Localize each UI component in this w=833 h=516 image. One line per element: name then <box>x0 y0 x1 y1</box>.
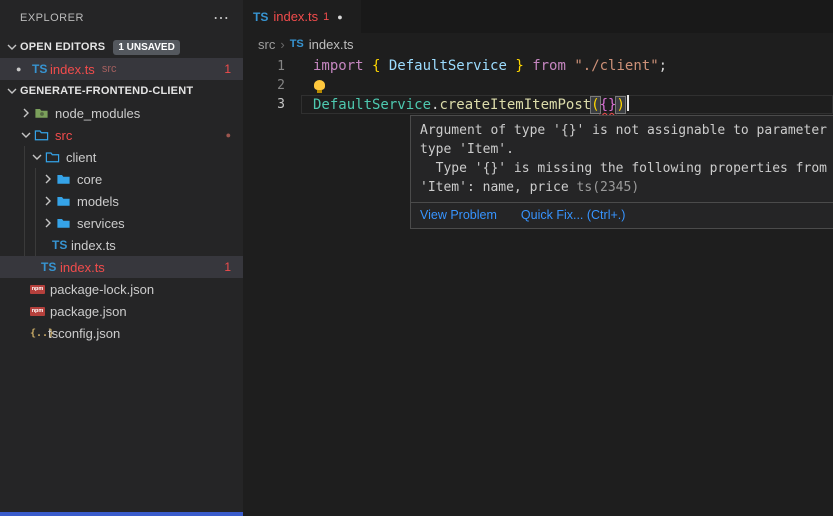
chevron-right-icon <box>40 193 56 209</box>
chevron-down-icon <box>29 149 45 165</box>
tooltip-message: Argument of type '{}' is not assignable … <box>411 116 833 202</box>
open-editors-label: OPEN EDITORS <box>20 41 105 53</box>
tooltip-text-line: 'Item': name, price ts(2345) <box>420 178 833 197</box>
typescript-icon: TS <box>290 38 304 50</box>
more-actions-icon[interactable]: ⋯ <box>213 8 229 28</box>
lightbulb-icon[interactable] <box>314 80 325 90</box>
code-line-3[interactable]: DefaultService.createItemItemPost({}) <box>313 95 833 114</box>
tree-item-tsconfig.json[interactable]: {..}tsconfig.json <box>0 322 243 344</box>
error-tooltip: Argument of type '{}' is not assignable … <box>410 115 833 229</box>
project-section-header[interactable]: GENERATE-FRONTEND-CLIENT <box>0 80 243 102</box>
chevron-down-icon <box>4 39 20 55</box>
tree-item-src[interactable]: src ● <box>0 124 243 146</box>
open-editor-path-suffix: src <box>102 63 117 75</box>
code-line-2[interactable] <box>313 76 833 95</box>
quick-fix-link[interactable]: Quick Fix... (Ctrl+.) <box>521 208 626 222</box>
tree-item-label: services <box>77 216 125 231</box>
tab-error-count: 1 <box>323 11 329 23</box>
project-name-label: GENERATE-FRONTEND-CLIENT <box>20 85 193 97</box>
tree-item-label: tsconfig.json <box>48 326 120 341</box>
code-line-1[interactable]: import { DefaultService } from "./client… <box>313 57 833 76</box>
line-number: 3 <box>243 95 285 114</box>
open-editor-filename: index.ts <box>50 62 95 77</box>
tree-item-label: node_modules <box>55 106 140 121</box>
node-modules-folder-icon <box>34 106 49 121</box>
explorer-sidebar: EXPLORER ⋯ OPEN EDITORS 1 UNSAVED ● TS i… <box>0 0 243 516</box>
sidebar-header: EXPLORER ⋯ <box>0 0 243 35</box>
tree-item-client[interactable]: client <box>0 146 243 168</box>
chevron-down-icon <box>4 83 20 99</box>
status-strip <box>0 512 243 516</box>
breadcrumb-file[interactable]: index.ts <box>309 37 354 52</box>
tree-item-label: models <box>77 194 119 209</box>
typescript-icon: TS <box>32 62 50 76</box>
braces-icon: {..} <box>30 328 47 339</box>
chevron-right-icon <box>40 215 56 231</box>
file-tree: node_modulessrc ● client core models services… <box>0 102 243 344</box>
text-cursor <box>627 95 629 111</box>
tooltip-actions: View Problem Quick Fix... (Ctrl+.) <box>411 202 833 228</box>
error-code: ts(2345) <box>577 180 640 195</box>
tree-item-label: index.ts <box>60 260 105 275</box>
error-count-badge: 1 <box>224 260 231 274</box>
tab-indexts[interactable]: TS index.ts 1 ● <box>243 0 361 33</box>
tree-item-services[interactable]: services <box>0 212 243 234</box>
tree-item-label: index.ts <box>71 238 116 253</box>
tree-item-index.ts[interactable]: TSindex.ts 1 <box>0 256 243 278</box>
line-number: 2 <box>243 76 285 95</box>
open-editors-header[interactable]: OPEN EDITORS 1 UNSAVED <box>0 36 243 58</box>
modified-dot-icon: ● <box>226 130 231 140</box>
tab-label: index.ts <box>273 9 318 24</box>
tree-item-label: core <box>77 172 102 187</box>
chevron-right-icon <box>40 171 56 187</box>
modified-dot-icon: ● <box>16 64 32 74</box>
tooltip-text-line: Type '{}' is missing the following prope… <box>420 159 833 178</box>
folder-icon <box>56 216 71 231</box>
unsaved-badge: 1 UNSAVED <box>113 40 180 55</box>
line-numbers: 123 <box>243 57 285 114</box>
tree-item-label: src <box>55 128 72 143</box>
tooltip-text-line: Argument of type '{}' is not assignable … <box>420 121 833 140</box>
tooltip-text-line: type 'Item'. <box>420 140 833 159</box>
chevron-down-icon <box>18 127 34 143</box>
tab-bar: TS index.ts 1 ● <box>243 0 833 33</box>
typescript-icon: TS <box>253 10 268 24</box>
npm-icon: npm <box>30 285 45 294</box>
npm-icon: npm <box>30 307 45 316</box>
tree-item-models[interactable]: models <box>0 190 243 212</box>
tree-item-label: package-lock.json <box>50 282 154 297</box>
chevron-right-icon: › <box>280 37 284 52</box>
tree-item-package-lock.json[interactable]: npm package-lock.json <box>0 278 243 300</box>
unsaved-dot-icon[interactable]: ● <box>337 12 342 22</box>
breadcrumb[interactable]: src › TS index.ts <box>243 33 354 55</box>
tree-item-core[interactable]: core <box>0 168 243 190</box>
tree-item-node_modules[interactable]: node_modules <box>0 102 243 124</box>
explorer-title: EXPLORER <box>20 12 213 24</box>
typescript-icon: TS <box>41 260 59 274</box>
folder-open-icon <box>45 150 60 165</box>
tree-item-label: client <box>66 150 96 165</box>
folder-icon <box>56 194 71 209</box>
tree-item-label: package.json <box>50 304 127 319</box>
line-number: 1 <box>243 57 285 76</box>
tree-item-package.json[interactable]: npm package.json <box>0 300 243 322</box>
folder-icon <box>56 172 71 187</box>
open-editor-item-indexts[interactable]: ● TS index.ts src 1 <box>0 58 243 80</box>
breadcrumb-folder[interactable]: src <box>258 37 275 52</box>
chevron-right-icon <box>18 105 34 121</box>
typescript-icon: TS <box>52 238 70 252</box>
tree-item-index.ts[interactable]: TSindex.ts <box>0 234 243 256</box>
error-count-badge: 1 <box>224 62 231 76</box>
folder-open-icon <box>34 128 49 143</box>
view-problem-link[interactable]: View Problem <box>420 208 497 222</box>
code-lines[interactable]: import { DefaultService } from "./client… <box>313 57 833 114</box>
